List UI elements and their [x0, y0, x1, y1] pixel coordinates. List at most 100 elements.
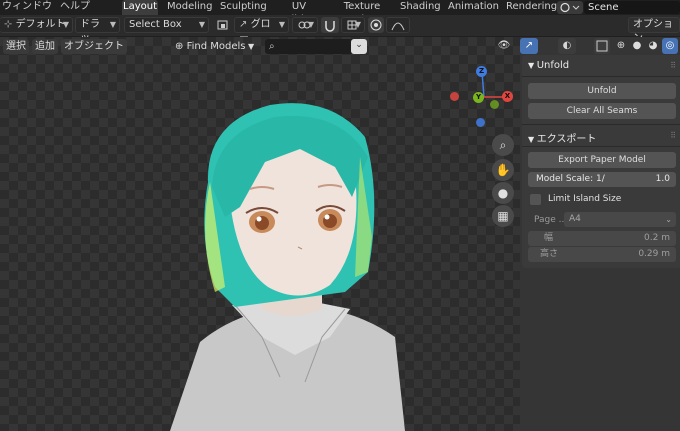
chevron-down-icon: ▼: [528, 135, 537, 144]
chevron-down-icon: ⌄: [665, 215, 672, 224]
pivot-dropdown[interactable]: ▼: [292, 17, 318, 33]
find-models-label: Find Models: [186, 41, 246, 52]
page-width-field[interactable]: 幅 0.2 m: [528, 231, 676, 246]
chevron-down-icon: ▼: [245, 42, 255, 51]
drag-dropdown[interactable]: ドラッ...▼: [75, 17, 120, 44]
chevron-down-icon: ▼: [354, 20, 361, 29]
height-value: 0.29 m: [638, 249, 670, 259]
gizmo-toggle[interactable]: ↗: [520, 38, 538, 54]
chevron-down-icon: ▼: [278, 20, 285, 29]
drag-handle-icon[interactable]: ⠿: [670, 61, 676, 70]
material-shading-button[interactable]: ◕: [646, 38, 660, 54]
transform-orientation-dropdown[interactable]: ↗ グロー...▼: [234, 17, 289, 44]
snap-toggle[interactable]: [321, 17, 339, 33]
axis-z-icon[interactable]: Z: [476, 66, 487, 77]
scene-selector-button[interactable]: [557, 1, 583, 14]
axis-y-icon[interactable]: Y: [473, 92, 484, 103]
page-size-dropdown[interactable]: A4 ⌄: [564, 212, 676, 227]
scene-icon: [560, 2, 580, 13]
chevron-down-icon: ▼: [62, 20, 69, 29]
xray-icon: [596, 40, 608, 52]
sidebar-panel: ▼ Unfold ⠿ Unfold Clear All Seams ▼ エクスポ…: [522, 55, 680, 268]
menu-window[interactable]: ウィンドウ: [2, 0, 52, 15]
unfold-panel-header[interactable]: ▼ Unfold: [528, 60, 569, 71]
globe-icon: ⊕: [175, 41, 187, 52]
magnet-icon: [325, 21, 335, 32]
proportional-edit-toggle[interactable]: [368, 17, 384, 33]
select-box-dropdown[interactable]: Select Box ▼: [124, 17, 209, 33]
export-paper-model-button[interactable]: Export Paper Model: [528, 152, 676, 168]
snap-target-dropdown[interactable]: ▼: [341, 17, 365, 33]
camera-icon[interactable]: ●: [492, 182, 514, 204]
axis-x-icon[interactable]: X: [502, 91, 513, 102]
tab-rendering[interactable]: Rendering: [506, 0, 557, 15]
orientation-dropdown[interactable]: ⊹ デフォルト ▼: [0, 17, 73, 33]
find-models-dropdown[interactable]: ⊕ Find Models ▼: [175, 39, 263, 54]
width-value: 0.2 m: [644, 233, 670, 243]
select-menu[interactable]: 選択: [3, 39, 29, 54]
pan-hand-icon[interactable]: ✋: [492, 159, 514, 181]
wireframe-shading-button[interactable]: ⊕: [614, 38, 628, 54]
divider: [522, 146, 680, 147]
rendered-shading-button[interactable]: ◎: [662, 38, 678, 54]
tab-animation[interactable]: Animation: [448, 0, 499, 15]
tab-sculpting[interactable]: Sculpting: [220, 0, 267, 15]
search-dropdown-button[interactable]: ⌄: [351, 39, 367, 54]
model-scale-label: Model Scale: 1/: [536, 174, 605, 184]
select-mode-icon: [217, 20, 228, 30]
scene-name-field[interactable]: Scene: [584, 1, 680, 14]
transform-icon: ↗: [239, 19, 251, 30]
rendered-sphere-icon: ◎: [665, 40, 675, 51]
chevron-down-icon: ▼: [198, 20, 205, 29]
tab-uv-editing[interactable]: UV Editing: [274, 0, 324, 25]
xray-toggle[interactable]: [594, 38, 610, 54]
divider: [522, 76, 680, 77]
page-size-value: A4: [569, 214, 581, 224]
grid-perspective-icon[interactable]: ▦: [492, 205, 514, 227]
mode-icon-button[interactable]: [215, 17, 231, 33]
material-sphere-icon: ◕: [648, 40, 658, 51]
add-menu[interactable]: 追加: [32, 39, 58, 54]
viewport-shading-header: ↗ ◐ ⊕ ● ◕ ◎: [520, 38, 680, 55]
drag-handle-icon[interactable]: ⠿: [670, 131, 676, 140]
axis-neg-x-icon[interactable]: [450, 92, 459, 101]
find-models-search-input[interactable]: ⌕ ⌄: [265, 39, 367, 54]
eye-icon: 👁: [497, 40, 511, 51]
gizmo-arrow-icon: ↗: [524, 40, 534, 51]
zoom-icon[interactable]: ⌕: [492, 134, 514, 156]
proportional-edit-icon: [370, 19, 382, 31]
chevron-down-icon: ▼: [307, 20, 314, 29]
limit-island-checkbox[interactable]: [530, 194, 541, 205]
model-scale-field[interactable]: Model Scale: 1/ 1.0: [528, 172, 676, 187]
clear-all-seams-button[interactable]: Clear All Seams: [528, 103, 676, 119]
solid-shading-button[interactable]: ●: [630, 38, 644, 54]
falloff-dropdown[interactable]: [386, 17, 410, 33]
unfold-button[interactable]: Unfold: [528, 83, 676, 99]
page-height-field[interactable]: 高さ 0.29 m: [528, 247, 676, 262]
axis-neg-y-icon[interactable]: [490, 100, 499, 109]
axis-neg-z-icon[interactable]: [476, 118, 485, 127]
tab-modeling[interactable]: Modeling: [167, 0, 213, 15]
tab-shading[interactable]: Shading: [400, 0, 441, 15]
model-scale-value: 1.0: [655, 174, 670, 184]
unfold-panel-title: Unfold: [536, 60, 570, 71]
export-panel-title: エクスポート: [536, 134, 597, 145]
falloff-curve-icon: [391, 22, 405, 31]
options-dropdown[interactable]: オプション: [628, 17, 680, 44]
export-panel-header[interactable]: ▼ エクスポート: [528, 130, 596, 145]
tab-layout[interactable]: Layout: [122, 0, 158, 15]
width-label: 幅: [544, 233, 554, 243]
object-menu[interactable]: オブジェクト: [61, 39, 127, 54]
divider: [522, 124, 680, 125]
orientation-icon: ⊹: [4, 19, 16, 30]
tool-settings-header: ⊹ デフォルト▼ ドラッ...▼ Select Box▼ ↗ グロー...▼ ▼…: [0, 15, 680, 44]
tab-texture-paint[interactable]: Texture Paint: [332, 0, 392, 25]
visibility-dropdown[interactable]: 👁: [492, 38, 516, 53]
menu-help[interactable]: ヘルプ: [60, 0, 90, 15]
solid-sphere-icon: ●: [632, 40, 642, 51]
3d-viewport[interactable]: 選択 追加 オブジェクト ⊕ Find Models ▼ ⌕ ⌄ 👁 Z Y X…: [0, 37, 522, 431]
wireframe-sphere-icon: ⊕: [616, 40, 626, 51]
chevron-down-icon: ▼: [528, 61, 537, 70]
orientation-label: デフォルト: [15, 19, 66, 30]
overlay-toggle[interactable]: ◐: [558, 38, 576, 54]
